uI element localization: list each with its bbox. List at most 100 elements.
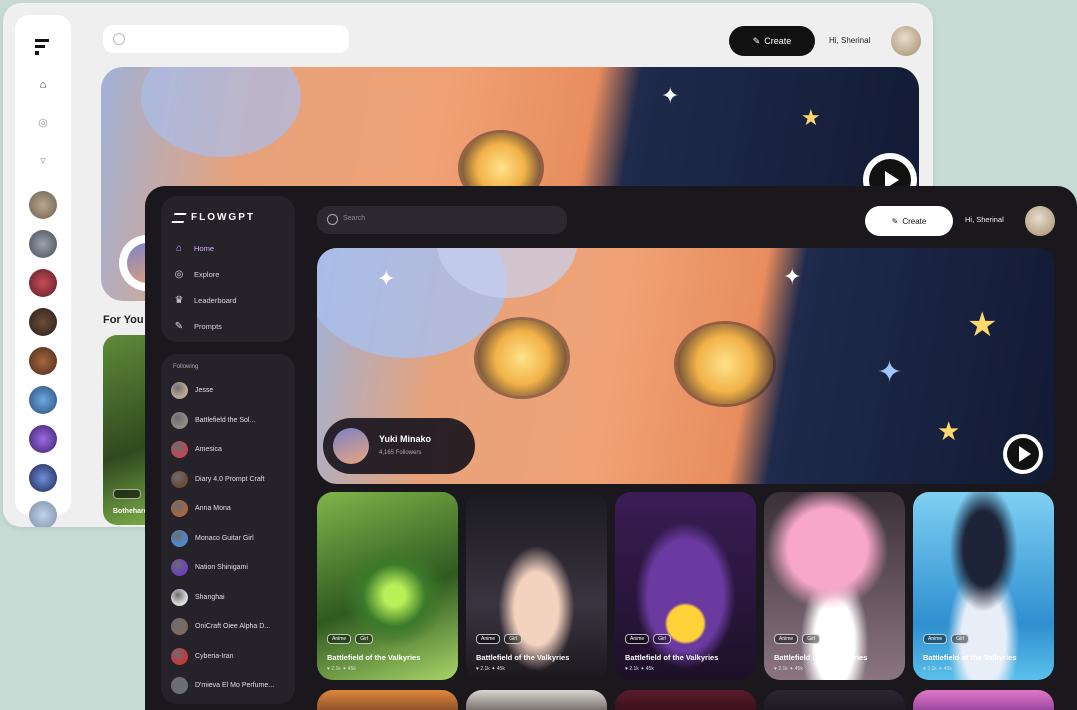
sidebar-item-explore[interactable]: ◎ Explore	[173, 268, 220, 280]
tag-badge[interactable]: Anime	[923, 634, 948, 644]
following-item[interactable]: Battlefield the Sol...	[171, 411, 255, 429]
prompt-card[interactable]: Anime Girl Battlefield of the Valkyries ♥ 2…	[466, 492, 607, 680]
tag-list: Anime Girl	[327, 634, 373, 644]
user-avatar[interactable]	[891, 26, 921, 56]
brand-logo[interactable]: FLOWGPT	[171, 212, 255, 223]
following-item[interactable]: Shanghai	[171, 588, 225, 606]
following-item[interactable]: Amesica	[171, 441, 222, 458]
prompt-card[interactable]	[466, 690, 607, 710]
following-label: OniCraft Oiee Alpha D...	[195, 623, 271, 630]
tag-badge[interactable]: Girl	[355, 634, 373, 644]
tag-badge[interactable]: Girl	[504, 634, 522, 644]
avatar	[171, 470, 188, 488]
sidebar-item-home[interactable]: ⌂ Home	[173, 242, 214, 254]
prompt-card[interactable]: Anime Girl Battlefield of the Valkyries ♥ 2…	[317, 492, 458, 680]
following-item[interactable]: Cyberia-Iran	[171, 647, 234, 665]
tag-badge[interactable]: Girl	[802, 634, 820, 644]
create-label: Create	[764, 36, 792, 46]
icon-rail: ⌂ ◎ ▿	[15, 15, 71, 527]
tag-badge[interactable]: Anime	[774, 634, 799, 644]
sidebar-item-label: Prompts	[194, 321, 222, 331]
avatar	[171, 559, 188, 576]
card-stats: ♥ 2.1k ✦ 45k	[625, 666, 654, 672]
avatar[interactable]	[29, 308, 57, 336]
following-label: Diary 4.0 Prompt Craft	[195, 475, 265, 483]
following-item[interactable]: Anna Mona	[171, 500, 231, 517]
avatar[interactable]	[29, 347, 57, 375]
user-avatar[interactable]	[1025, 206, 1055, 236]
trophy-icon[interactable]: ▿	[37, 155, 49, 167]
tag-badge[interactable]: Girl	[653, 634, 671, 644]
play-button[interactable]	[1003, 434, 1043, 474]
avatar[interactable]	[29, 501, 57, 527]
star-icon: ✦	[877, 356, 903, 389]
search-input[interactable]: Search	[317, 206, 567, 234]
avatar	[171, 500, 188, 517]
dark-app-window: FLOWGPT ⌂ Home ◎ Explore ♛ Leaderboard ✎ Pro…	[145, 186, 1077, 710]
star-icon: ✦	[783, 264, 802, 289]
tag-badge[interactable]: Anime	[625, 634, 650, 644]
logo-icon	[171, 212, 187, 223]
search-input[interactable]	[103, 25, 349, 53]
tag-badge[interactable]: Anime	[476, 634, 501, 644]
pencil-icon: ✎	[891, 216, 899, 226]
following-item[interactable]: Diary 4.0 Prompt Craft	[171, 470, 265, 488]
following-item[interactable]: Jesse	[171, 382, 213, 399]
avatar	[171, 588, 188, 606]
sidebar-item-label: Explore	[194, 269, 220, 279]
home-icon: ⌂	[175, 242, 183, 254]
creator-name: Yuki Minako	[379, 434, 432, 444]
following-item[interactable]: Monaco Guitar Girl	[171, 529, 254, 547]
sidebar-item-leaderboard[interactable]: ♛ Leaderboard	[173, 294, 237, 306]
hero-banner[interactable]: ✦ ✦ ✦ ★ ★ Yuki Minako 4,165 Followers	[317, 248, 1055, 484]
prompt-card[interactable]	[913, 690, 1054, 710]
following-label: D'mieva El Mo Perfume...	[195, 682, 275, 689]
card-stats: ♥ 2.1k ✦ 45k	[923, 666, 952, 672]
avatar[interactable]	[29, 269, 57, 297]
star-icon: ✦	[377, 266, 396, 291]
create-button[interactable]: ✎ Create	[865, 206, 953, 236]
compass-icon[interactable]: ◎	[37, 117, 49, 129]
star-icon: ★	[967, 306, 998, 344]
create-button[interactable]: ✎ Create	[729, 26, 815, 56]
avatar	[171, 411, 188, 429]
avatar[interactable]	[29, 425, 57, 453]
star-icon: ✦	[661, 83, 680, 108]
following-label: Nation Shinigami	[195, 564, 248, 571]
home-icon[interactable]: ⌂	[37, 79, 49, 91]
avatar[interactable]	[29, 230, 57, 258]
following-item[interactable]: OniCraft Oiee Alpha D...	[171, 618, 270, 635]
prompt-card[interactable]	[764, 690, 905, 710]
creator-chip[interactable]: Yuki Minako 4,165 Followers	[323, 418, 475, 474]
prompt-card[interactable]	[615, 690, 756, 710]
following-header: Following	[173, 364, 199, 370]
avatar	[171, 647, 188, 665]
card-stats: ♥ 2.1k ✦ 45k	[327, 666, 356, 672]
card-title: Battlefield of the Valkyries	[327, 653, 421, 662]
prompt-card[interactable]: Anime Girl Battlefield of the Valkyries ♥ 2…	[615, 492, 756, 680]
prompt-card[interactable]: Anime Girl Battlefield of the Valkyries ♥ 2…	[764, 492, 905, 680]
tag-list: Anime Girl	[625, 634, 671, 644]
avatar[interactable]	[29, 386, 57, 414]
following-label: Cyberia-Iran	[195, 652, 234, 660]
prompt-card[interactable]	[317, 690, 458, 710]
avatar[interactable]	[29, 191, 57, 219]
tag-list: Anime Girl	[774, 634, 820, 644]
sidebar-item-prompts[interactable]: ✎ Prompts	[173, 320, 222, 332]
tag-badge[interactable]: Girl	[951, 634, 969, 644]
avatar	[171, 382, 188, 399]
creator-subtitle: 4,165 Followers	[379, 450, 422, 456]
card-stats: ♥ 2.1k ✦ 45k	[774, 666, 803, 672]
following-item[interactable]: Nation Shinigami	[171, 559, 248, 576]
avatar[interactable]	[29, 464, 57, 492]
tag-list: Anime Girl	[923, 634, 969, 644]
sidebar-nav: FLOWGPT ⌂ Home ◎ Explore ♛ Leaderboard ✎ Pro…	[161, 196, 295, 342]
following-item[interactable]: D'mieva El Mo Perfume...	[171, 677, 274, 694]
prompt-card[interactable]: Anime Girl Battlefield of the Valkyries ♥ 2…	[913, 492, 1054, 680]
tag-badge[interactable]: Anime	[327, 634, 352, 644]
following-list: Following Jesse Battlefield the Sol... Ame…	[161, 354, 295, 704]
section-title: For You	[103, 314, 144, 326]
avatar	[171, 529, 188, 547]
avatar	[171, 618, 188, 635]
eye-shape	[677, 324, 773, 404]
